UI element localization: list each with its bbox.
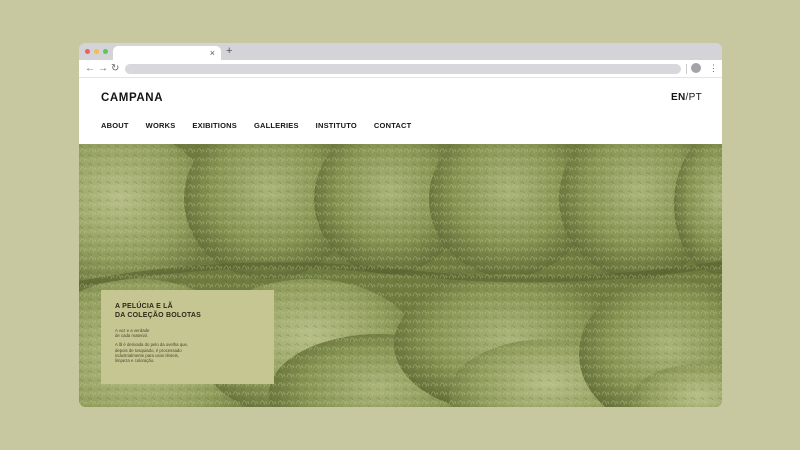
lang-pt-link[interactable]: PT	[689, 92, 702, 103]
address-bar[interactable]	[125, 64, 681, 74]
forward-arrow-icon[interactable]: →	[98, 62, 108, 75]
card-body-text: A lã é derivada do pelo da ovelha que, d…	[115, 342, 189, 364]
profile-avatar-icon[interactable]	[691, 63, 701, 73]
nav-item-contact[interactable]: CONTACT	[374, 121, 412, 130]
window-controls	[85, 49, 108, 54]
site-header: CAMPANA EN/PT ABOUT WORKS EXIBITIONS GAL…	[79, 78, 722, 144]
nav-item-instituto[interactable]: INSTITUTO	[316, 121, 357, 130]
browser-tab[interactable]: ×	[113, 46, 221, 60]
card-title: A PELÚCIA E LÃ DA COLEÇÃO BOLOTAS	[115, 303, 202, 319]
card-subtitle: A voz e a verdade de cada material.	[115, 328, 150, 339]
lang-en-link[interactable]: EN	[671, 92, 686, 103]
site-logo[interactable]: CAMPANA	[101, 92, 163, 104]
main-nav: ABOUT WORKS EXIBITIONS GALLERIES INSTITU…	[101, 121, 428, 130]
language-switcher: EN/PT	[671, 92, 702, 103]
nav-item-galleries[interactable]: GALLERIES	[254, 121, 299, 130]
browser-tab-bar: × +	[79, 43, 722, 60]
nav-item-about[interactable]: ABOUT	[101, 121, 129, 130]
info-card: A PELÚCIA E LÃ DA COLEÇÃO BOLOTAS A voz …	[101, 290, 274, 384]
maximize-window-dot[interactable]	[103, 49, 108, 54]
new-tab-icon[interactable]: +	[226, 45, 232, 58]
kebab-menu-icon[interactable]: ⋮	[709, 62, 718, 75]
hero-image: A PELÚCIA E LÃ DA COLEÇÃO BOLOTAS A voz …	[79, 144, 722, 407]
back-arrow-icon[interactable]: ←	[85, 62, 95, 75]
minimize-window-dot[interactable]	[94, 49, 99, 54]
close-tab-icon[interactable]: ×	[210, 47, 215, 59]
reload-icon[interactable]: ↻	[111, 62, 119, 75]
browser-toolbar: ← → ↻ ⋮	[79, 60, 722, 78]
toolbar-divider	[686, 64, 687, 74]
nav-item-works[interactable]: WORKS	[146, 121, 176, 130]
close-window-dot[interactable]	[85, 49, 90, 54]
nav-item-exibitions[interactable]: EXIBITIONS	[192, 121, 237, 130]
browser-window: × + ← → ↻ ⋮ CAMPANA EN/PT ABOUT WORKS EX…	[79, 43, 722, 407]
